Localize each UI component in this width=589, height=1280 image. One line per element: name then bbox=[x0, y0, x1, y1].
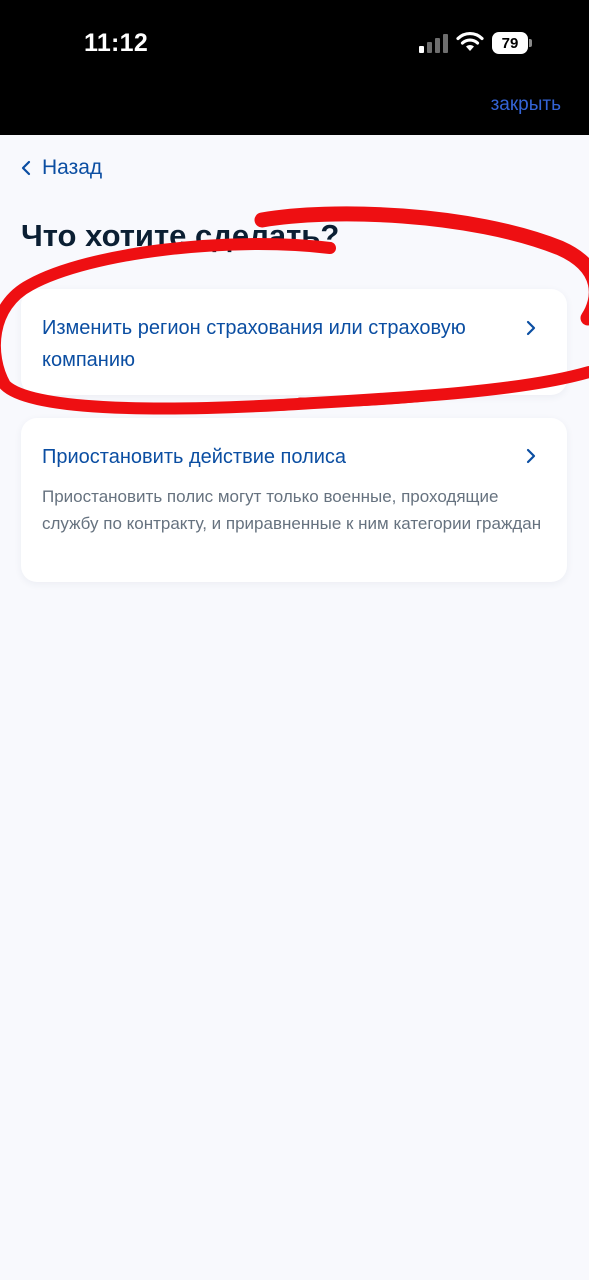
chevron-left-icon bbox=[21, 160, 31, 176]
chevron-right-icon bbox=[526, 448, 536, 464]
option-title: Изменить регион страхования или страхову… bbox=[42, 317, 466, 371]
chevron-right-icon bbox=[526, 320, 536, 336]
page-title: Что хотите сделать? bbox=[21, 218, 340, 253]
option-title: Приостановить действие полиса bbox=[42, 446, 347, 468]
red-annotation-scribble bbox=[0, 206, 589, 415]
battery-level: 79 bbox=[492, 32, 528, 54]
cellular-signal-icon bbox=[419, 34, 448, 53]
close-button[interactable]: закрыть bbox=[491, 94, 561, 116]
wifi-icon bbox=[456, 31, 484, 51]
option-suspend-policy-card[interactable]: Приостановить действие полиса Приостанов… bbox=[21, 418, 567, 582]
option-change-region-card[interactable]: Изменить регион страхования или страхову… bbox=[21, 289, 567, 395]
back-label: Назад bbox=[42, 156, 103, 179]
battery-icon: 79 bbox=[492, 32, 532, 54]
back-button[interactable]: Назад bbox=[20, 154, 102, 182]
status-bar: 11:12 79 закрыть bbox=[0, 0, 589, 135]
status-time: 11:12 bbox=[84, 29, 149, 57]
option-description: Приостановить полис могут только военные… bbox=[42, 487, 542, 533]
